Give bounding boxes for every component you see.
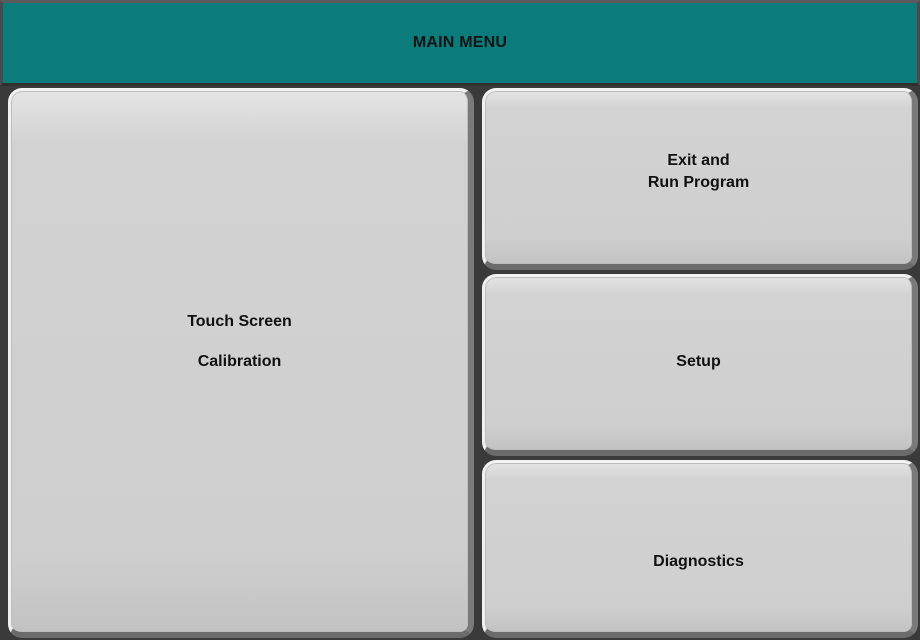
exit-label-line1: Exit and [667,151,730,169]
exit-and-run-program-button[interactable]: Exit and Run Program [482,88,918,270]
touch-screen-label-line2: Calibration [197,352,282,370]
diagnostics-label: Diagnostics [653,552,744,570]
setup-button[interactable]: Setup [482,274,918,456]
setup-label: Setup [676,352,721,370]
page-title: MAIN MENU [412,34,508,51]
touch-screen-calibration-label: Touch Screen Calibration [187,313,292,371]
diagnostics-button[interactable]: Diagnostics [482,460,918,638]
exit-and-run-program-label: Exit and Run Program [648,150,749,194]
touch-screen-label-line1: Touch Screen [187,312,292,330]
main-menu-screen: MAIN MENU Touch Screen Calibration Exit … [0,0,920,640]
touch-screen-calibration-button[interactable]: Touch Screen Calibration [8,88,474,638]
header-bar: MAIN MENU [0,0,920,86]
exit-label-line2: Run Program [647,173,750,191]
